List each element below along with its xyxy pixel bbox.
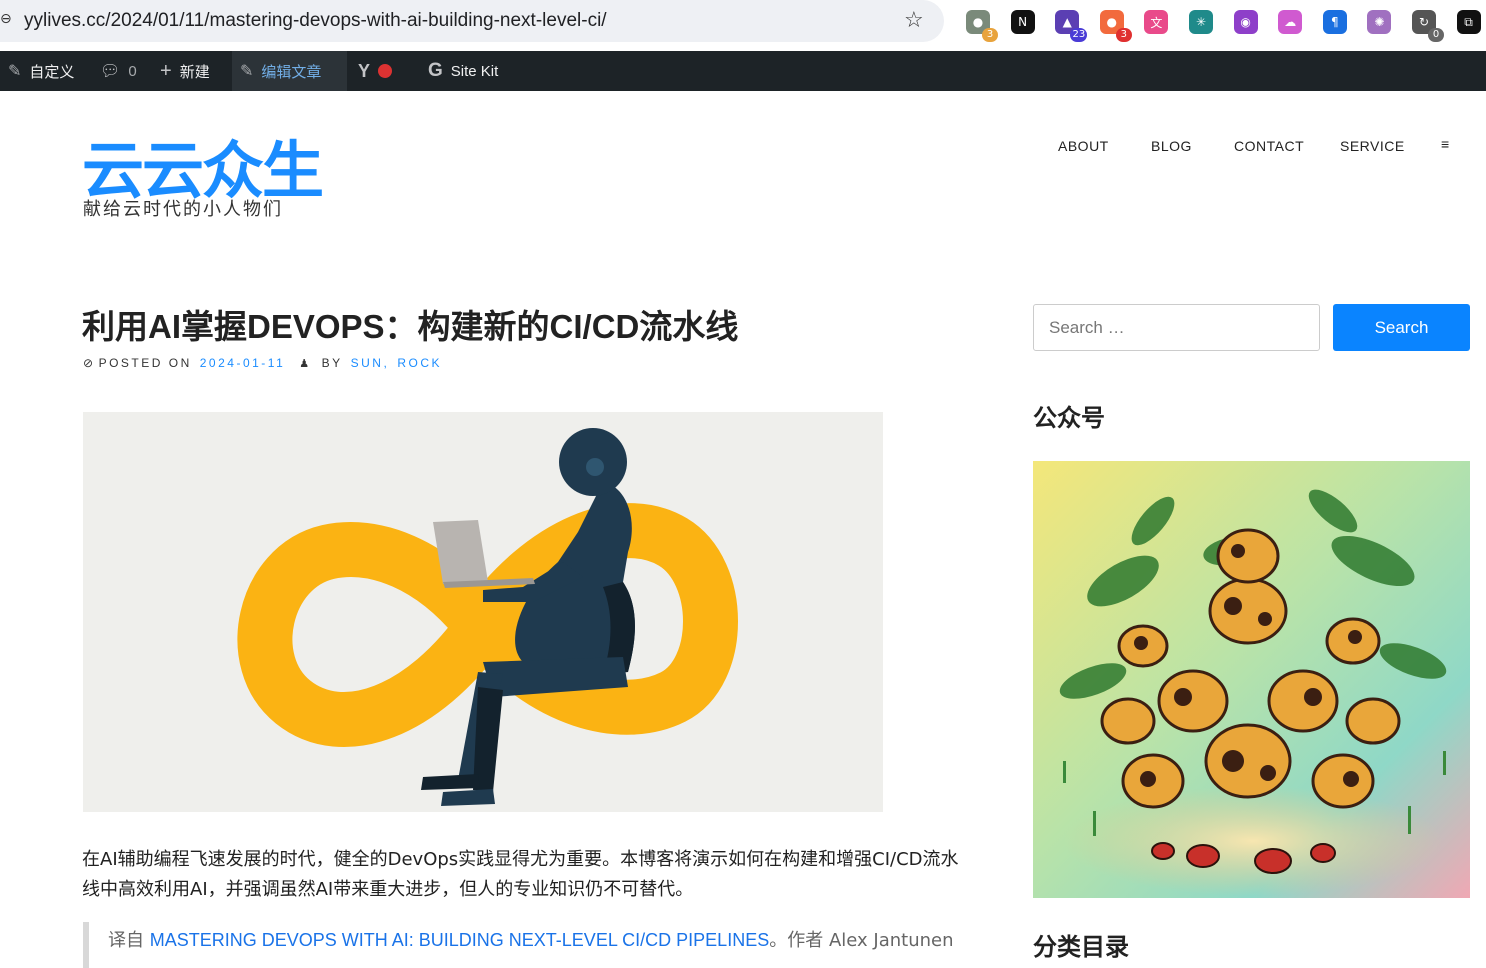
post-excerpt: 在AI辅助编程飞速发展的时代，健全的DevOps实践显得尤为重要。本博客将演示如… xyxy=(82,849,959,900)
comments-button[interactable]: 💬︎ 0 xyxy=(92,51,145,91)
new-label: 新建 xyxy=(179,63,210,81)
yoast-seo-button[interactable]: Y xyxy=(350,51,400,91)
nav-menu-icon[interactable]: ≡ xyxy=(1441,136,1450,152)
wp-admin-bar: ✎ 自定义 💬︎ 0 + 新建 ✎ 编辑文章 Y G Site Kit xyxy=(0,51,1486,91)
figure-headphone xyxy=(586,458,604,476)
site-description: 献给云时代的小人物们 xyxy=(83,199,283,220)
ant-colony-illustration xyxy=(1033,461,1470,898)
extension-badge: 0 xyxy=(1428,28,1444,42)
google-g-icon: G xyxy=(428,60,443,81)
extension-circles-icon[interactable]: ● 3 xyxy=(1099,10,1132,42)
post-date-link[interactable]: 2024-01-11 xyxy=(200,356,286,370)
figure-foot-2 xyxy=(441,789,495,806)
seo-status-dot xyxy=(378,64,393,78)
widget-title-categories: 分类目录 xyxy=(1033,933,1129,961)
extension-badge: 23 xyxy=(1070,28,1088,42)
author-separator: , xyxy=(383,356,390,370)
extension-wechat-icon[interactable]: ● 3 xyxy=(966,10,998,42)
quote-suffix: 。作者 Alex Jantunen xyxy=(769,930,954,951)
extension-grid-icon[interactable]: ✳ xyxy=(1189,10,1213,34)
nav-service[interactable]: SERVICE xyxy=(1340,138,1405,154)
yoast-icon: Y xyxy=(358,60,371,81)
search-button[interactable]: Search xyxy=(1333,304,1470,351)
by-label: BY xyxy=(321,356,343,370)
comments-count: 0 xyxy=(128,62,137,80)
quote-prefix: 译自 xyxy=(108,930,150,951)
extension-refresh-icon[interactable]: ↻ 0 xyxy=(1412,10,1444,42)
edit-post-label: 编辑文章 xyxy=(261,63,322,81)
featured-image[interactable] xyxy=(83,412,883,812)
plus-icon: + xyxy=(160,59,172,82)
extension-openai-icon[interactable]: ✺ xyxy=(1367,10,1392,34)
site-kit-button[interactable]: G Site Kit xyxy=(420,51,506,91)
author-link-sun[interactable]: SUN xyxy=(351,356,384,370)
pencil-icon: ✎ xyxy=(240,63,254,80)
extension-badge: 3 xyxy=(982,28,998,42)
bookmark-star-icon[interactable]: ☆ xyxy=(904,8,924,33)
browser-toolbar: ⊖ yylives.cc/2024/01/11/mastering-devops… xyxy=(0,0,1486,50)
extension-lr-icon[interactable]: ◉ xyxy=(1233,10,1258,34)
figure-foot xyxy=(421,774,480,790)
extension-badge: 3 xyxy=(1115,28,1132,42)
widget-title-wechat: 公众号 xyxy=(1033,404,1105,432)
search-input[interactable] xyxy=(1033,304,1320,351)
author-link-rock[interactable]: ROCK xyxy=(397,356,442,370)
url-text[interactable]: yylives.cc/2024/01/11/mastering-devops-w… xyxy=(24,10,607,32)
post-meta: ⊘ POSTED ON 2024-01-11 ♟ BY SUN , ROCK xyxy=(83,356,442,370)
source-article-link[interactable]: MASTERING DEVOPS WITH AI: BUILDING NEXT-… xyxy=(150,930,769,950)
extension-translate-icon[interactable]: 文 xyxy=(1144,10,1169,34)
nav-about[interactable]: ABOUT xyxy=(1058,138,1109,154)
wechat-qr-image xyxy=(1033,461,1470,898)
extension-scholar-icon[interactable]: ▲ 23 xyxy=(1055,10,1088,42)
link-icon: ⊘ xyxy=(83,356,96,370)
post-title: 利用AI掌握DEVOPS：构建新的CI/CD流水线 xyxy=(82,308,739,345)
new-content-button[interactable]: + 新建 xyxy=(152,51,218,91)
extension-notion-icon[interactable]: N xyxy=(1010,10,1035,34)
edit-post-button[interactable]: ✎ 编辑文章 xyxy=(232,51,347,91)
site-info-icon[interactable]: ⊖ xyxy=(0,11,12,27)
customize-button[interactable]: ✎ 自定义 xyxy=(0,51,82,91)
nav-contact[interactable]: CONTACT xyxy=(1234,138,1304,154)
comment-icon: 💬︎ xyxy=(100,63,121,80)
extension-pilcrow-icon[interactable]: ¶ xyxy=(1322,10,1347,34)
extension-cloud-icon[interactable]: ☁ xyxy=(1278,10,1303,34)
site-kit-label: Site Kit xyxy=(450,62,499,80)
posted-on-label: POSTED ON xyxy=(98,356,192,370)
author-icon: ♟ xyxy=(299,357,312,370)
devops-infinity-illustration xyxy=(237,428,738,806)
extension-puzzle-icon[interactable]: ⧉ xyxy=(1456,10,1481,34)
brush-icon: ✎ xyxy=(8,63,22,80)
source-quote: 译自 MASTERING DEVOPS WITH AI: BUILDING NE… xyxy=(83,922,983,968)
nav-blog[interactable]: BLOG xyxy=(1151,138,1192,154)
customize-label: 自定义 xyxy=(29,63,75,81)
